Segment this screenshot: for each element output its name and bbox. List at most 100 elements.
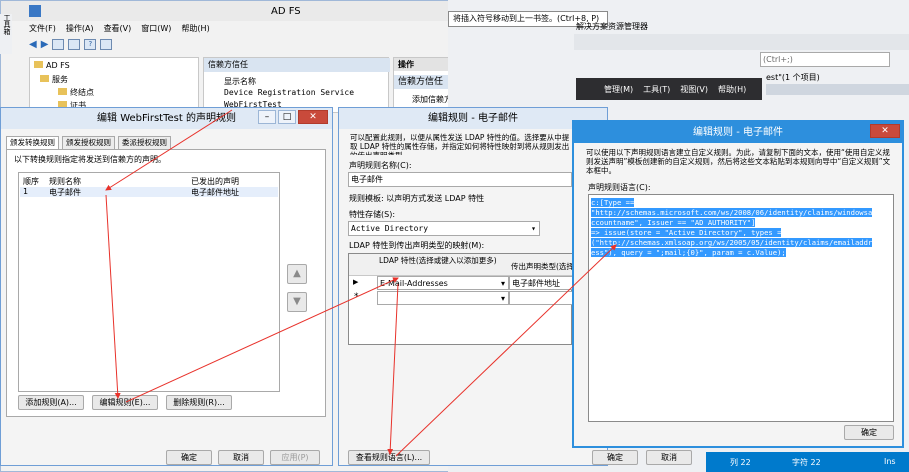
rule-language-textarea[interactable]: c:[Type == "http://schemas.microsoft.com…: [588, 194, 894, 422]
vs-menu-view[interactable]: 视图(V): [680, 84, 708, 100]
view-rule-language-button[interactable]: 查看规则语言(L)...: [348, 450, 430, 465]
row-pointer-icon: ▶: [353, 278, 359, 286]
add-rule-button[interactable]: 添加规则(A)...: [18, 395, 84, 410]
table-row[interactable]: 1 电子邮件 电子邮件地址: [20, 187, 278, 197]
edit-rule-ok-button[interactable]: 确定: [592, 450, 638, 465]
col-outgoing-claim: 传出声明类型(选择: [511, 262, 573, 271]
folder-icon: [40, 75, 49, 82]
menu-action[interactable]: 操作(A): [66, 23, 94, 37]
status-char: 字符 22: [792, 458, 821, 467]
row-order: 1: [23, 187, 29, 196]
ok-button[interactable]: 确定: [166, 450, 212, 465]
vs-menu-help[interactable]: 帮助(H): [718, 84, 746, 100]
ldap-attribute-select[interactable]: E-Mail-Addresses ▾: [377, 276, 509, 290]
menu-window[interactable]: 窗口(W): [141, 23, 171, 37]
col-order: 顺序: [23, 177, 39, 186]
rule-name-input[interactable]: 电子邮件: [348, 172, 572, 187]
rule-template-text: 规则模板: 以声明方式发送 LDAP 特性: [349, 194, 485, 203]
adfs-toolbar: ◀ ▶ ?: [29, 39, 113, 53]
new-row-marker: *: [354, 292, 359, 302]
lang-ok-button[interactable]: 确定: [844, 425, 894, 440]
center-col-header: 显示名称: [224, 77, 256, 86]
edit-rule-button[interactable]: 编辑规则(E)...: [92, 395, 158, 410]
row-name: 电子邮件: [49, 188, 81, 197]
up-folder-icon[interactable]: [52, 39, 65, 50]
code-line: ("http://schemas.xmlsoap.org/ws/2005/05/…: [591, 238, 873, 247]
adfs-app-icon: [29, 5, 41, 17]
attribute-store-label: 特性存储(S):: [349, 210, 396, 219]
remove-rule-button[interactable]: 删除规则(R)...: [166, 395, 232, 410]
rule-language-dialog: 编辑规则 - 电子邮件 ✕ 可以使用以下声明规则语言建立自定义规则。为此，请复制…: [572, 120, 904, 448]
solution-search-input[interactable]: (Ctrl+;): [760, 52, 890, 67]
vs-menu-manage[interactable]: 管理(M): [604, 84, 633, 100]
vs-menu-tools[interactable]: 工具(T): [643, 84, 670, 100]
center-pane: 信赖方信任 显示名称 Device Registration Service W…: [203, 57, 390, 113]
edit-rule-titlebar: 编辑规则 - 电子邮件: [339, 108, 607, 129]
vs-toolbox-tab[interactable]: 工具箱: [0, 14, 12, 54]
folder-icon: [58, 88, 67, 95]
help-icon[interactable]: ?: [84, 39, 97, 50]
chevron-down-icon: ▾: [500, 294, 505, 303]
minimize-button[interactable]: –: [258, 110, 276, 124]
tab-delegation-authorization[interactable]: 委派授权规则: [118, 136, 171, 149]
new-ldap-attribute-select[interactable]: ▾: [377, 291, 509, 305]
tree-item-endpoints[interactable]: 终结点: [58, 87, 94, 98]
tab-issuance-transform[interactable]: 颁发转换规则: [6, 136, 59, 150]
col-rule-name: 规则名称: [49, 177, 81, 186]
code-line: "http://schemas.microsoft.com/ws/2008/06…: [591, 208, 873, 217]
code-line: ess"), query = ";mail;{0}", param = c.Va…: [591, 248, 786, 257]
vs-toolbar: [574, 34, 909, 50]
chevron-down-icon: ▾: [500, 279, 505, 288]
lang-dialog-titlebar: 编辑规则 - 电子邮件 ✕: [574, 122, 902, 143]
mapping-grid: LDAP 特性(选择或键入以添加更多) 传出声明类型(选择 ▶ E-Mail-A…: [348, 253, 573, 345]
outgoing-claim-select[interactable]: 电子邮件地址: [509, 276, 573, 290]
vs-solution-explorer-title: 解决方案资源管理器: [576, 22, 648, 31]
show-tree-icon[interactable]: [68, 39, 81, 50]
status-col: 列 22: [730, 458, 751, 467]
status-ins: Ins: [884, 457, 896, 466]
maximize-button[interactable]: □: [278, 110, 296, 124]
menu-help[interactable]: 帮助(H): [181, 23, 209, 37]
back-icon[interactable]: ◀: [29, 39, 37, 53]
row-claim: 电子邮件地址: [191, 188, 239, 197]
chevron-down-icon: ▾: [531, 224, 536, 233]
lang-label: 声明规则语言(C):: [588, 183, 651, 192]
menu-view[interactable]: 查看(V): [104, 23, 132, 37]
rp-row-device[interactable]: Device Registration Service: [224, 88, 354, 97]
rules-table: 顺序 规则名称 已发出的声明 1 电子邮件 电子邮件地址: [18, 172, 280, 392]
lang-description: 可以使用以下声明规则语言建立自定义规则。为此，请复制下面的文本，使用“使用自定义…: [586, 148, 891, 175]
properties-icon[interactable]: [100, 39, 113, 50]
lang-close-button[interactable]: ✕: [870, 124, 900, 138]
adfs-menubar: 文件(F) 操作(A) 查看(V) 窗口(W) 帮助(H): [29, 23, 210, 37]
rule-name-label: 声明规则名称(C):: [349, 161, 412, 170]
lang-dialog-title: 编辑规则 - 电子邮件: [693, 127, 783, 138]
tree-item-service[interactable]: 服务: [40, 74, 68, 85]
code-line: => issue(store = "Active Directory", typ…: [591, 228, 782, 237]
center-header: 信赖方信任: [204, 58, 390, 72]
claims-description: 以下转换规则指定将发送到信赖方的声明。: [14, 155, 166, 164]
mapping-label: LDAP 特性到传出声明类型的映射(M):: [349, 241, 485, 250]
claims-dialog-title: 编辑 WebFirstTest 的声明规则: [97, 113, 236, 124]
adfs-title: AD FS: [271, 6, 301, 17]
code-line: c:[Type ==: [591, 198, 635, 207]
col-issued-claims: 已发出的声明: [191, 177, 239, 186]
solution-row-highlight: [766, 84, 909, 95]
claims-dialog-titlebar: 编辑 WebFirstTest 的声明规则 – □ ✕: [1, 108, 332, 129]
move-up-button[interactable]: ▲: [287, 264, 307, 284]
folder-icon: [34, 61, 43, 68]
vs-dark-menu: 管理(M) 工具(T) 视图(V) 帮助(H): [576, 78, 762, 100]
forward-icon[interactable]: ▶: [41, 39, 49, 53]
edit-rule-title: 编辑规则 - 电子邮件: [428, 113, 518, 124]
edit-rule-cancel-button[interactable]: 取消: [646, 450, 692, 465]
apply-button[interactable]: 应用(P): [270, 450, 320, 465]
cancel-button[interactable]: 取消: [218, 450, 264, 465]
move-down-button[interactable]: ▼: [287, 292, 307, 312]
solution-item[interactable]: est"(1 个项目): [766, 72, 820, 83]
attribute-store-select[interactable]: Active Directory ▾: [348, 221, 540, 236]
tab-issuance-authorization[interactable]: 颁发授权规则: [62, 136, 115, 149]
tree-item-adfs[interactable]: AD FS: [34, 61, 70, 70]
close-button[interactable]: ✕: [298, 110, 328, 124]
menu-file[interactable]: 文件(F): [29, 23, 56, 37]
new-outgoing-claim-select[interactable]: [509, 291, 573, 305]
col-ldap-attribute: LDAP 特性(选择或键入以添加更多): [379, 256, 497, 265]
